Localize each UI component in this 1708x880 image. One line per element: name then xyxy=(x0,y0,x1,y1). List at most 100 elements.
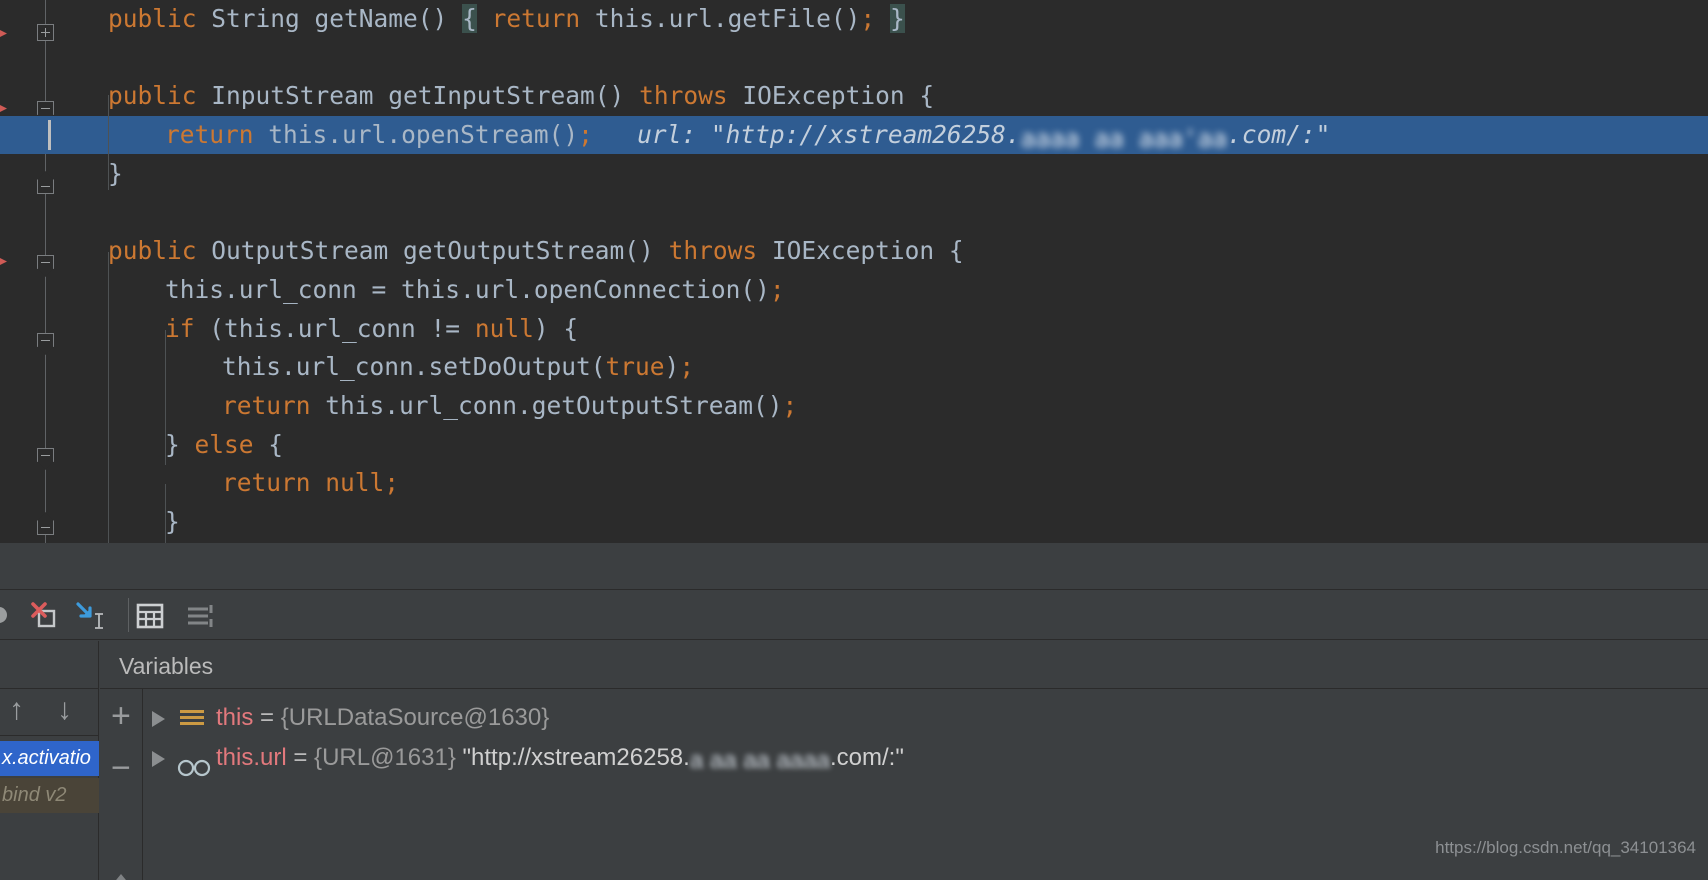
fold-end-icon[interactable] xyxy=(37,171,54,202)
code-token: .url_conn.getOutputStream() xyxy=(384,391,783,420)
code-token: url xyxy=(668,4,713,33)
code-token: { xyxy=(462,4,477,33)
code-token: throws xyxy=(639,81,743,111)
code-line[interactable]: } xyxy=(63,155,1708,194)
error-stripe-gutter[interactable] xyxy=(0,0,8,543)
code-token: . xyxy=(653,4,669,33)
field-icon xyxy=(180,710,204,727)
variables-title: Variables xyxy=(119,653,214,679)
indent-guide xyxy=(165,330,166,465)
frame-label: x.activatio xyxy=(2,747,91,769)
variables-gutter[interactable]: + − xyxy=(100,689,143,880)
code-line-text: this.url_conn.setDoOutput(true); xyxy=(222,348,694,387)
code-token: if xyxy=(165,313,210,343)
variable-equals: = xyxy=(286,744,315,771)
code-token: . xyxy=(327,120,343,150)
error-stripe-mark[interactable] xyxy=(0,30,7,37)
code-token: ) { xyxy=(533,313,579,343)
folding-gutter[interactable] xyxy=(8,0,63,543)
variable-row[interactable]: this.url = {URL@1631} "http://xstream262… xyxy=(143,738,1703,778)
code-token: IOException xyxy=(742,81,920,111)
fold-collapse-icon[interactable] xyxy=(37,333,54,355)
code-text[interactable]: public String getName() { return this.ur… xyxy=(0,0,1708,543)
ide-window: public String getName() { return this.ur… xyxy=(0,0,1708,880)
code-token: this xyxy=(222,352,282,382)
variable-equals: = xyxy=(253,704,281,731)
fold-collapse-icon[interactable] xyxy=(37,255,54,277)
code-line-text: this.url_conn = this.url.openConnection(… xyxy=(165,271,785,310)
frames-panel[interactable]: ↑ ↓ x.activatio bind v2 xyxy=(0,641,99,880)
code-token: ) xyxy=(664,352,680,382)
code-line[interactable]: public OutputStream getOutputStream() th… xyxy=(63,232,1708,271)
error-stripe-mark[interactable] xyxy=(0,105,7,112)
code-token: } xyxy=(165,507,180,537)
evaluate-expression-icon[interactable] xyxy=(74,600,104,630)
frame-item[interactable]: bind v2 xyxy=(0,778,99,813)
frame-item-selected[interactable]: x.activatio xyxy=(0,741,99,776)
code-line-text: } else { xyxy=(165,426,283,465)
expand-triangle-icon[interactable] xyxy=(152,751,165,767)
settings-list-icon[interactable] xyxy=(184,600,214,630)
mute-breakpoints-icon[interactable] xyxy=(0,600,14,630)
code-line-text: if (this.url_conn != null) { xyxy=(165,310,578,349)
debugger-toolbar[interactable] xyxy=(0,590,1708,640)
code-token: "http://xstream26258. xyxy=(710,120,1021,150)
code-token: .url_conn != xyxy=(283,313,475,343)
code-token: public xyxy=(108,81,212,111)
code-token: ; xyxy=(860,4,876,33)
code-token: null xyxy=(325,468,385,498)
code-line[interactable]: return this.url.openStream(); url: "http… xyxy=(0,116,1708,155)
variable-row[interactable]: this = {URLDataSource@1630} xyxy=(143,698,1703,738)
remove-watch-button[interactable]: − xyxy=(111,751,131,785)
code-token: } xyxy=(165,429,195,459)
code-token: { xyxy=(268,429,284,459)
frame-up-icon[interactable]: ↑ xyxy=(9,693,24,727)
code-token: ; xyxy=(782,391,798,420)
code-token: public xyxy=(108,236,212,266)
code-token: ; xyxy=(769,274,785,304)
code-line[interactable]: this.url_conn = this.url.openConnection(… xyxy=(63,271,1708,310)
view-breakpoints-icon[interactable] xyxy=(28,600,58,630)
error-stripe-mark[interactable] xyxy=(0,258,7,265)
fold-expand-icon[interactable] xyxy=(37,24,54,41)
fold-collapse-icon[interactable] xyxy=(37,448,54,470)
code-token: .getFile() xyxy=(712,4,861,33)
code-token: this xyxy=(268,120,328,150)
code-line[interactable]: return this.url_conn.getOutputStream(); xyxy=(63,387,1708,426)
variable-string-suffix: .com/:" xyxy=(829,744,904,771)
indent-guide xyxy=(108,252,109,543)
layout-settings-icon[interactable] xyxy=(134,600,164,630)
code-line-text: } xyxy=(108,155,123,194)
code-editor[interactable]: public String getName() { return this.ur… xyxy=(0,0,1708,543)
code-token: InputStream xyxy=(211,81,389,111)
code-line[interactable]: public String getName() { return this.ur… xyxy=(63,0,1708,39)
code-line[interactable]: } else { xyxy=(63,426,1708,465)
frames-nav[interactable]: ↑ ↓ xyxy=(0,689,99,736)
code-line[interactable]: public InputStream getInputStream() thro… xyxy=(63,77,1708,116)
variable-value: {URL@1631} xyxy=(314,744,463,771)
code-line[interactable]: this.url_conn.setDoOutput(true); xyxy=(63,348,1708,387)
code-token: url xyxy=(474,274,520,304)
add-watch-button[interactable]: + xyxy=(111,699,131,733)
glasses-icon xyxy=(177,750,211,777)
code-line[interactable]: if (this.url_conn != null) { xyxy=(63,310,1708,349)
code-token: getInputStream xyxy=(388,81,595,111)
code-token: url: xyxy=(592,120,711,150)
expand-triangle-icon[interactable] xyxy=(152,711,165,727)
frame-down-icon[interactable]: ↓ xyxy=(57,693,72,727)
code-token: this xyxy=(224,313,284,343)
code-token: .url_conn = xyxy=(224,274,402,304)
collapse-up-icon[interactable] xyxy=(112,874,130,880)
code-token: IOException xyxy=(771,236,949,266)
frame-label: bind v2 xyxy=(2,784,67,806)
variable-name: this.url xyxy=(216,744,287,771)
code-token: ; xyxy=(679,352,695,382)
code-token: } xyxy=(889,4,905,33)
code-token: throws xyxy=(668,236,772,266)
code-token: ; xyxy=(384,468,400,498)
code-line[interactable]: } xyxy=(63,503,1708,542)
code-token: this xyxy=(401,274,461,304)
fold-end-icon[interactable] xyxy=(37,512,54,543)
code-line[interactable]: return null; xyxy=(63,464,1708,503)
